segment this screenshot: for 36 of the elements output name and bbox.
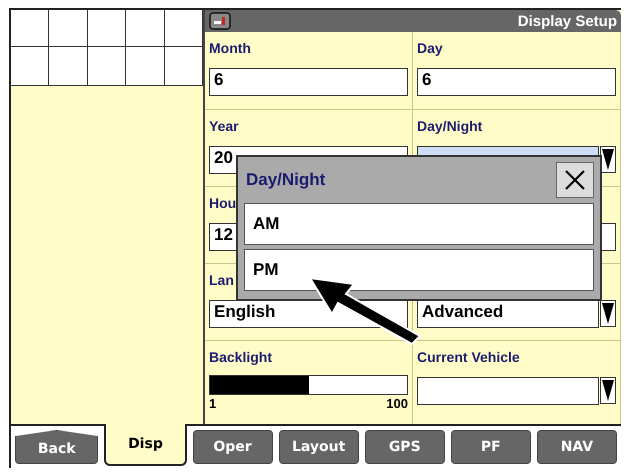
grid-cell[interactable] — [88, 10, 126, 47]
grid-cell[interactable] — [126, 10, 165, 47]
input-field[interactable]: 6 — [417, 68, 616, 96]
tab[interactable]: Disp — [104, 424, 186, 466]
dropdown-arrow-icon[interactable] — [600, 146, 616, 173]
window-title: Display Setup — [518, 12, 617, 30]
dropdown-arrow-icon[interactable] — [600, 377, 616, 404]
close-icon — [563, 168, 587, 192]
option-item[interactable]: PM — [244, 249, 594, 291]
dropdown-field[interactable] — [417, 377, 599, 405]
dropdown-field[interactable]: Advanced — [417, 300, 599, 328]
grid-cell[interactable] — [164, 10, 203, 47]
slider-max-label: 100 — [386, 396, 408, 411]
grid-cell[interactable] — [49, 10, 88, 47]
back-button[interactable]: Back — [15, 430, 98, 464]
field-label: Current Vehicle — [417, 349, 521, 367]
field-label: Year — [209, 118, 240, 136]
tab[interactable]: Layout — [278, 430, 359, 464]
slider-min-label: 1 — [209, 396, 216, 411]
tab[interactable]: Oper — [192, 430, 273, 464]
popup-title: Day/Night — [245, 170, 326, 190]
field-label: Day/Night — [417, 118, 484, 136]
option-item[interactable]: AM — [244, 203, 594, 245]
grid-cell[interactable] — [11, 10, 50, 47]
input-field[interactable]: 6 — [209, 68, 408, 96]
field-label: Backlight — [209, 349, 274, 367]
tab[interactable]: NAV — [536, 430, 617, 464]
field-label: Hou — [209, 195, 238, 213]
tab[interactable]: PF — [450, 430, 531, 464]
dropdown-arrow-icon[interactable] — [600, 300, 616, 327]
field-label: Lan — [209, 272, 235, 290]
field-label: Day — [417, 40, 444, 58]
close-button[interactable] — [556, 162, 594, 198]
field-label: Month — [209, 40, 252, 58]
backlight-slider[interactable] — [209, 375, 408, 395]
tab[interactable]: GPS — [364, 430, 445, 464]
